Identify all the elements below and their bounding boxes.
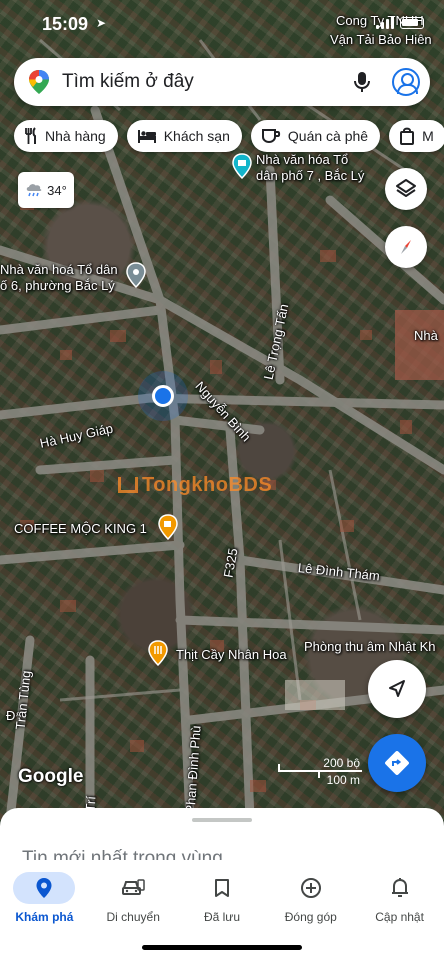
watermark-text: TongkhoBDS (142, 474, 273, 496)
account-icon[interactable] (392, 68, 420, 96)
map-label-nha-right[interactable]: Nhà (414, 328, 438, 343)
location-arrow-icon: ➤ (96, 16, 107, 30)
restaurant-pin-icon[interactable] (148, 640, 168, 666)
rain-cloud-icon (26, 184, 42, 197)
layers-icon (396, 179, 416, 197)
watermark: TongkhoBDS (118, 474, 272, 497)
car-icon (122, 879, 145, 895)
tab-label: Khám phá (15, 910, 74, 924)
weather-temperature: 34° (47, 182, 67, 198)
directions-icon (385, 751, 409, 775)
sheet-drag-handle[interactable] (192, 818, 252, 822)
map-label-phong-thu-am[interactable]: Phòng thu âm Nhật Kh (304, 639, 436, 654)
chip-coffee[interactable]: Quán cà phê (250, 120, 381, 152)
home-indicator[interactable] (142, 945, 302, 950)
compass-icon (401, 240, 411, 254)
cafe-pin-icon[interactable] (158, 514, 178, 540)
bottom-navigation: Khám phá Di chuyển Đã lưu Đóng góp Cập n… (0, 860, 444, 932)
bell-icon (391, 878, 408, 897)
google-maps-pin-icon (29, 70, 49, 94)
scale-meters: 100 m (326, 773, 360, 787)
status-bar: 15:09 ➤ Cong Ty TNHH (0, 0, 444, 52)
tab-label: Di chuyển (106, 910, 160, 924)
scale-feet: 200 bộ (323, 756, 360, 770)
my-location-dot (152, 385, 174, 407)
chip-restaurants[interactable]: Nhà hàng (14, 120, 118, 152)
directions-button[interactable] (368, 734, 426, 792)
tab-updates[interactable]: Cập nhật (355, 860, 444, 932)
add-circle-icon (300, 878, 321, 898)
bookmark-icon (214, 879, 229, 897)
map-label-nha-van-hoa-7[interactable]: Nhà văn hóa Tổ (256, 152, 348, 167)
chip-label: Nhà hàng (45, 128, 106, 144)
shopping-bag-icon (400, 127, 415, 145)
map-scale: 200 bộ 100 m (278, 756, 364, 788)
chip-label: Quán cà phê (287, 128, 369, 144)
category-chips: Nhà hàng Khách sạn Quán cà phê M (14, 120, 444, 152)
tab-contribute[interactable]: Đóng góp (266, 860, 355, 932)
chip-label: Khách sạn (163, 128, 230, 144)
chip-shopping[interactable]: M (389, 120, 444, 152)
tab-label: Đóng góp (284, 910, 337, 924)
signal-icon (376, 16, 394, 29)
search-input[interactable]: Tìm kiếm ở đây (62, 71, 194, 93)
map-label-thit-cay-nhan-hoa[interactable]: Thịt Cầy Nhân Hoa (176, 647, 287, 662)
tab-saved[interactable]: Đã lưu (178, 860, 267, 932)
tab-explore[interactable]: Khám phá (0, 860, 89, 932)
microphone-icon[interactable] (350, 70, 374, 94)
status-time: 15:09 (42, 14, 89, 34)
compass-button[interactable] (385, 226, 427, 268)
map-label-nha-van-hoa-6-line2[interactable]: ố 6, phường Bắc Lý (0, 278, 115, 293)
chip-label: M (422, 128, 434, 144)
navigation-arrow-icon (389, 680, 405, 697)
house-icon (118, 477, 138, 493)
tab-commute[interactable]: Di chuyển (89, 860, 178, 932)
search-bar[interactable]: Tìm kiếm ở đây (14, 58, 430, 106)
weather-badge[interactable]: 34° (18, 172, 74, 208)
fork-knife-icon (25, 127, 36, 144)
street-label-d: Đ (6, 708, 16, 723)
bed-icon (137, 130, 156, 143)
map-label-nha-van-hoa-6[interactable]: Nhà văn hoá Tổ dân (0, 262, 118, 277)
layers-button[interactable] (385, 168, 427, 210)
google-logo: Google (18, 766, 84, 787)
map-pin-icon[interactable] (126, 262, 146, 288)
coffee-cup-icon (261, 129, 281, 144)
battery-icon (400, 16, 424, 29)
tab-label: Đã lưu (203, 910, 241, 924)
chip-hotels[interactable]: Khách sạn (126, 120, 242, 152)
my-location-button[interactable] (368, 660, 426, 718)
tab-label: Cập nhật (375, 910, 424, 924)
location-pin-icon (36, 878, 52, 898)
community-center-pin-icon[interactable] (232, 153, 252, 179)
map-label-coffee-moc-king[interactable]: COFFEE MỘC KING 1 (14, 521, 147, 536)
map-label-nha-van-hoa-7-line2[interactable]: dân phố 7 , Bắc Lý (256, 168, 364, 183)
